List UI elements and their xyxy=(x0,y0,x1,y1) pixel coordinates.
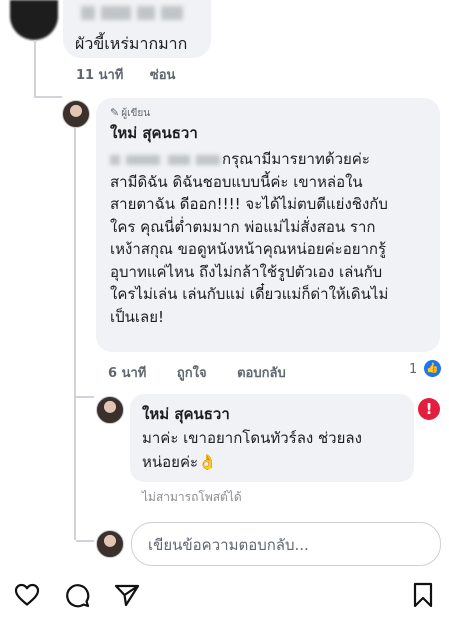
reply-input[interactable] xyxy=(146,533,430,557)
reply-line-3: สายตาฉัน ดีออก!!!! จะได้ไม่ตบตีแย่งชิงกั… xyxy=(110,195,388,213)
error-icon[interactable]: ! xyxy=(418,398,440,420)
comment-bubble: ผัวขี้เหร่มากมาก xyxy=(63,0,211,58)
blurred-mention[interactable] xyxy=(110,154,222,165)
comment-icon[interactable] xyxy=(64,582,90,608)
nested-reply-author-name[interactable]: ใหม่ สุคนธวา xyxy=(142,402,230,426)
reply-author-name[interactable]: ใหม่ สุคนธวา xyxy=(110,121,198,145)
reply-line-4: ใคร คุณนี่ต่ำตมมาก พ่อแม่ไม่สั่งสอน ราก xyxy=(110,217,376,236)
avatar[interactable] xyxy=(96,396,124,424)
avatar[interactable] xyxy=(62,100,90,128)
like-count[interactable]: 1 xyxy=(409,362,417,377)
reply-time: 6 นาที xyxy=(108,366,147,381)
thread-line xyxy=(76,540,94,542)
reply-line-2: สามีดิฉัน ดิฉันชอบแบบนี้ค่ะ เขาหล่อใน xyxy=(110,172,363,191)
hide-button[interactable]: ซ่อน xyxy=(150,68,176,83)
blurred-avatar[interactable] xyxy=(10,0,58,40)
reply-button[interactable]: ตอบกลับ xyxy=(237,366,286,381)
nested-reply-text: มาค่ะ เขาอยากโดนทัวร์ลง ช่วยลง หน่อยค่ะ👌 xyxy=(142,429,362,471)
like-button[interactable]: ถูกใจ xyxy=(177,366,207,381)
share-icon[interactable] xyxy=(114,583,140,607)
reply-line-7: ใครไม่เล่น เล่นกับแม่ เดี๋ยวแม่ก็ด่าให้เ… xyxy=(110,285,389,303)
reply-input-container[interactable] xyxy=(131,522,441,566)
thread-line xyxy=(74,128,76,540)
post-failed-status[interactable]: ไม่สามารถโพสต์ได้ xyxy=(142,488,242,507)
avatar xyxy=(96,530,124,558)
reply-line-8: เป็นเลย! xyxy=(110,307,165,326)
thread-line xyxy=(34,40,36,96)
reply-bubble: ✎ ผู้เขียน ใหม่ สุคนธวา กรุณามีมารยาทด้วย… xyxy=(96,98,440,352)
author-badge: ✎ ผู้เขียน xyxy=(110,106,151,119)
heart-icon[interactable] xyxy=(14,583,40,607)
comment-time: 11 นาที xyxy=(76,68,124,83)
thread-line xyxy=(34,96,62,98)
reply-text: กรุณามีมารยาทด้วยค่ะ สามีดิฉัน ดิฉันชอบแ… xyxy=(110,148,436,328)
thread-line xyxy=(76,396,94,398)
pencil-icon: ✎ xyxy=(110,106,120,119)
comment-meta: 11 นาที ซ่อน xyxy=(76,64,197,85)
nested-reply-bubble: ใหม่ สุคนธวา มาค่ะ เขาอยากโดนทัวร์ลง ช่ว… xyxy=(130,394,414,482)
reply-line-6: อุบาทแค่ไหน ถึงไม่กล้าใช้รูปตัวเอง เล่นก… xyxy=(110,262,383,281)
bookmark-icon[interactable] xyxy=(412,582,434,608)
thumbs-up-icon[interactable]: 👍 xyxy=(424,360,441,377)
blurred-commenter-name xyxy=(81,6,185,22)
comment-text: ผัวขี้เหร่มากมาก xyxy=(75,34,188,53)
reply-line-5: เหง้าสกุณ ขอดูหนังหน้าคุณหน่อยค่ะอยากรู้ xyxy=(110,240,387,258)
reply-meta: 6 นาที ถูกใจ ตอบกลับ xyxy=(108,362,312,383)
reply-line-1: กรุณามีมารยาทด้วยค่ะ xyxy=(110,148,436,171)
